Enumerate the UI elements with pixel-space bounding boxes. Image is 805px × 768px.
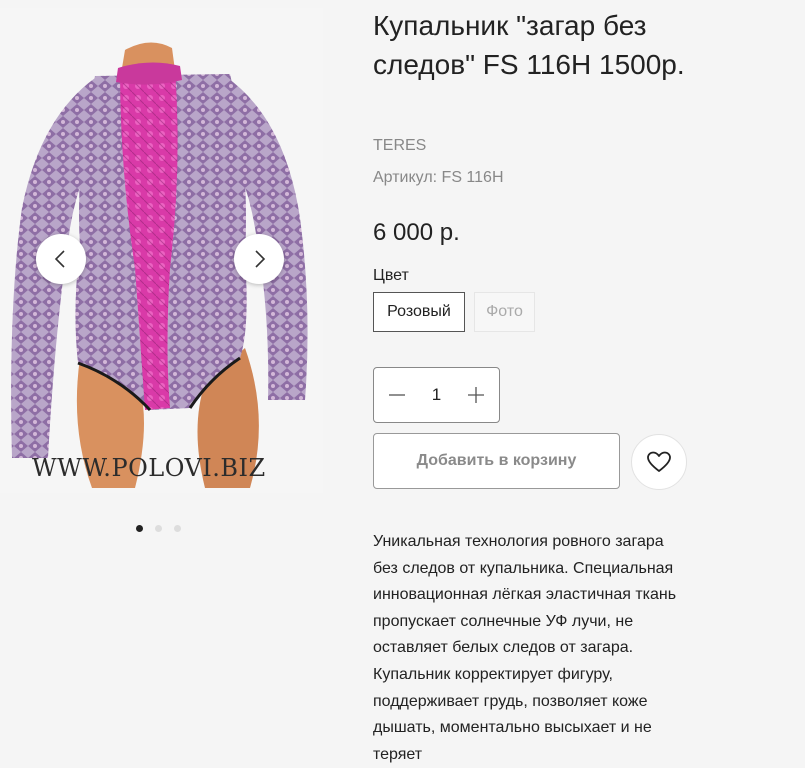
quantity-increase-button[interactable]: [465, 384, 487, 406]
color-option-label: Цвет: [373, 267, 409, 284]
heart-icon: [647, 451, 671, 472]
chevron-left-icon: [54, 250, 65, 268]
product-image-gallery[interactable]: WWW.POLOVI.BIZ: [0, 8, 323, 493]
gallery-prev-button[interactable]: [36, 234, 86, 284]
gallery-dot[interactable]: [174, 525, 181, 532]
add-to-cart-button[interactable]: Добавить в корзину: [373, 433, 620, 489]
gallery-dot[interactable]: [136, 525, 143, 532]
plus-icon: [468, 387, 484, 403]
chevron-right-icon: [255, 250, 266, 268]
quantity-decrease-button[interactable]: [386, 384, 408, 406]
product-brand-link[interactable]: TERES: [373, 137, 426, 155]
gallery-dot[interactable]: [155, 525, 162, 532]
add-to-favorites-button[interactable]: [631, 434, 687, 490]
minus-icon: [389, 394, 405, 396]
gallery-pagination: [136, 525, 181, 532]
product-price: 6 000 р.: [373, 219, 460, 246]
gallery-next-button[interactable]: [234, 234, 284, 284]
watermark-text: WWW.POLOVI.BIZ: [32, 454, 266, 482]
color-swatch-pink[interactable]: Розовый: [373, 292, 465, 332]
product-description: Уникальная технология ровного загара без…: [373, 533, 677, 763]
quantity-stepper: 1: [373, 367, 500, 423]
quantity-value[interactable]: 1: [432, 385, 441, 405]
color-swatch-photo[interactable]: Фото: [474, 292, 535, 332]
product-sku: Артикул: FS 116H: [373, 169, 504, 186]
product-title: Купальник "загар без следов" FS 116H 150…: [373, 10, 685, 80]
